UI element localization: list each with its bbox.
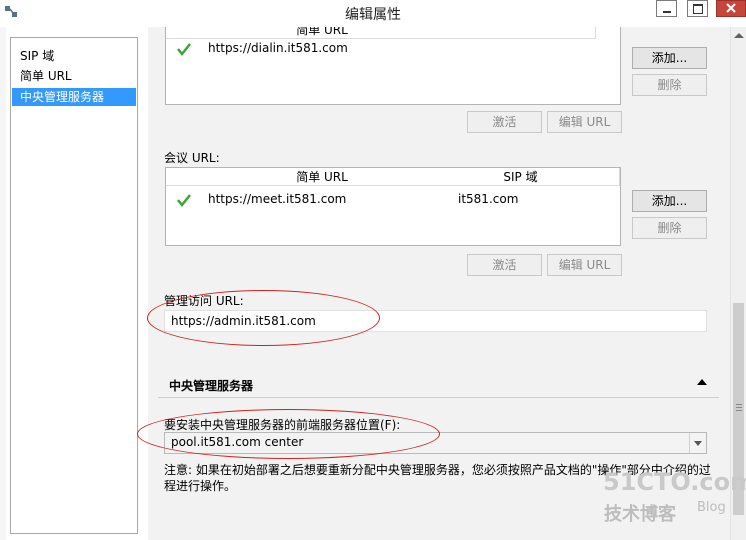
minimize-button[interactable] bbox=[656, 0, 677, 17]
maximize-button[interactable] bbox=[687, 0, 708, 17]
watermark-blog-cn: 技术博客 bbox=[604, 504, 676, 525]
scroll-up-icon[interactable] bbox=[734, 33, 744, 38]
checkmark-icon bbox=[177, 194, 191, 208]
dialin-edit-url-button[interactable]: 编辑 URL bbox=[547, 111, 622, 133]
grip-line bbox=[736, 404, 742, 405]
grid-header-check bbox=[166, 27, 199, 39]
close-button[interactable] bbox=[716, 0, 746, 17]
meeting-domain-cell: it581.com bbox=[458, 192, 519, 206]
meeting-url-label: 会议 URL: bbox=[164, 151, 220, 165]
dialin-delete-button[interactable]: 删除 bbox=[632, 74, 707, 96]
checkmark-icon bbox=[177, 43, 191, 57]
sidebar-item-sip-domain[interactable]: SIP 域 bbox=[12, 47, 136, 65]
meeting-url-grid[interactable]: 简单 URL SIP 域 https://meet.it581.com it58… bbox=[165, 167, 621, 246]
grid-header-extra bbox=[446, 27, 596, 39]
grip-line bbox=[736, 407, 742, 408]
chevron-down-icon bbox=[694, 441, 702, 446]
meeting-delete-button[interactable]: 删除 bbox=[632, 217, 707, 239]
dialin-url-cell: https://dialin.it581.com bbox=[208, 41, 348, 55]
cms-section-title: 中央管理服务器 bbox=[169, 379, 254, 393]
grid-header-simple-url: 简单 URL bbox=[198, 27, 447, 39]
window-title: 编辑属性 bbox=[345, 7, 401, 23]
dialin-url-grid[interactable]: 简单 URL https://dialin.it581.com bbox=[165, 27, 621, 105]
dropdown-button[interactable] bbox=[689, 433, 706, 453]
vertical-scrollbar[interactable] bbox=[730, 27, 746, 540]
minimize-icon bbox=[663, 11, 671, 13]
cms-section-header[interactable]: 中央管理服务器 bbox=[158, 369, 719, 398]
meeting-activate-button[interactable]: 激活 bbox=[467, 254, 542, 276]
grid-header-extra bbox=[595, 168, 620, 186]
annotation-ellipse-frontend bbox=[137, 409, 440, 459]
watermark-blog-en: Blog bbox=[697, 500, 726, 515]
watermark-site: 51CTO.com bbox=[603, 468, 746, 496]
grip-line bbox=[736, 410, 742, 411]
close-icon bbox=[726, 3, 736, 13]
dialin-add-button[interactable]: 添加... bbox=[632, 47, 707, 69]
grid-header-sip-domain: SIP 域 bbox=[446, 168, 596, 186]
annotation-ellipse-admin-url bbox=[147, 290, 380, 346]
meeting-url-cell: https://meet.it581.com bbox=[208, 192, 347, 206]
collapse-icon[interactable] bbox=[697, 379, 707, 385]
sidebar: SIP 域 简单 URL 中央管理服务器 bbox=[10, 37, 138, 534]
sidebar-item-central-management[interactable]: 中央管理服务器 bbox=[12, 88, 136, 106]
title-bar: 编辑属性 bbox=[0, 0, 746, 27]
grid-header-simple-url: 简单 URL bbox=[198, 168, 447, 186]
meeting-edit-url-button[interactable]: 编辑 URL bbox=[547, 254, 622, 276]
maximize-icon bbox=[693, 4, 703, 14]
window-frame bbox=[0, 27, 6, 540]
meeting-add-button[interactable]: 添加... bbox=[632, 190, 707, 212]
grid-header-check bbox=[166, 168, 199, 186]
main-content: 简单 URL https://dialin.it581.com 添加... 删除… bbox=[148, 27, 730, 540]
dialin-activate-button[interactable]: 激活 bbox=[467, 111, 542, 133]
sidebar-item-simple-url[interactable]: 简单 URL bbox=[12, 67, 136, 85]
